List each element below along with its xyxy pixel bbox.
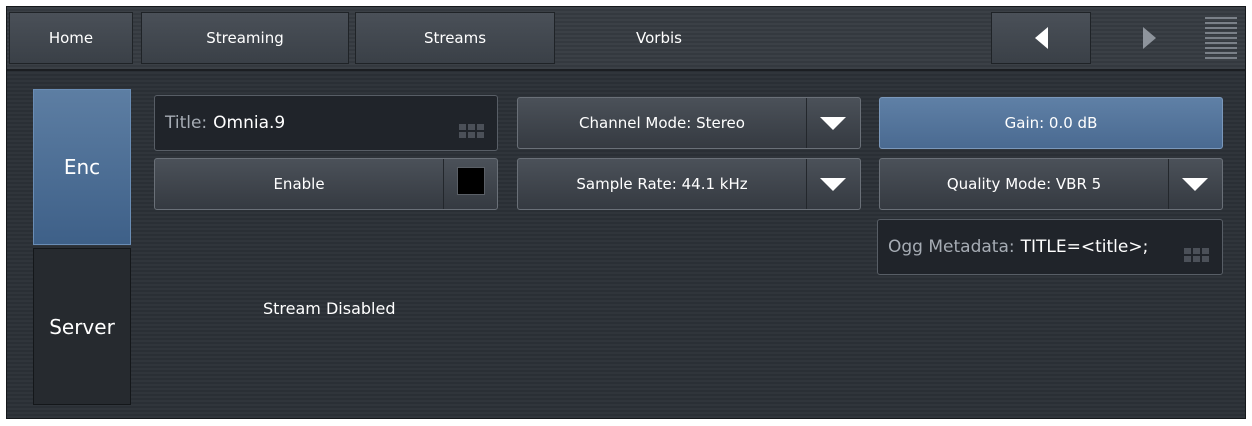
tab-enc[interactable]: Enc [33, 89, 131, 245]
nav-streaming-tab[interactable]: Streaming [141, 12, 349, 64]
quality-mode-dropdown[interactable]: Quality Mode: VBR 5 [879, 158, 1223, 210]
gain-button[interactable]: Gain: 0.0 dB [879, 97, 1223, 149]
keypad-icon [459, 124, 487, 140]
title-field-value: Omnia.9 [213, 113, 286, 133]
next-page-button[interactable] [1099, 12, 1199, 64]
channel-mode-dropdown[interactable]: Channel Mode: Stereo [517, 97, 861, 149]
ogg-metadata-field[interactable]: Ogg Metadata: TITLE=<title>; [877, 219, 1223, 275]
left-arrow-icon [1034, 27, 1048, 49]
keypad-icon [1184, 248, 1212, 264]
triangle-down-icon [820, 117, 846, 130]
nav-streams-tab[interactable]: Streams [355, 12, 555, 64]
top-nav-bar: Home Streaming Streams Vorbis [7, 7, 1245, 71]
sample-rate-label: Sample Rate: 44.1 kHz [576, 175, 748, 193]
triangle-down-icon [820, 178, 846, 191]
enable-label: Enable [273, 175, 325, 193]
enable-button[interactable]: Enable [154, 158, 498, 210]
sample-rate-dropdown[interactable]: Sample Rate: 44.1 kHz [517, 158, 861, 210]
title-field-label: Title: [165, 113, 208, 133]
triangle-down-icon [1182, 178, 1208, 191]
title-field[interactable]: Title: Omnia.9 [154, 95, 498, 151]
stream-status-text: Stream Disabled [263, 299, 396, 318]
quality-mode-label: Quality Mode: VBR 5 [946, 175, 1102, 193]
app-window: Home Streaming Streams Vorbis Enc Server… [6, 6, 1246, 419]
menu-icon[interactable] [1205, 17, 1237, 61]
nav-current-page: Vorbis [636, 29, 682, 47]
prev-page-button[interactable] [991, 12, 1091, 64]
right-arrow-icon [1142, 27, 1156, 49]
tab-server[interactable]: Server [33, 248, 131, 405]
channel-mode-label: Channel Mode: Stereo [579, 114, 745, 132]
ogg-metadata-label: Ogg Metadata: [888, 237, 1015, 257]
enable-checkbox[interactable] [457, 167, 485, 195]
ogg-metadata-value: TITLE=<title>; [1020, 237, 1149, 257]
nav-home-tab[interactable]: Home [9, 12, 133, 64]
